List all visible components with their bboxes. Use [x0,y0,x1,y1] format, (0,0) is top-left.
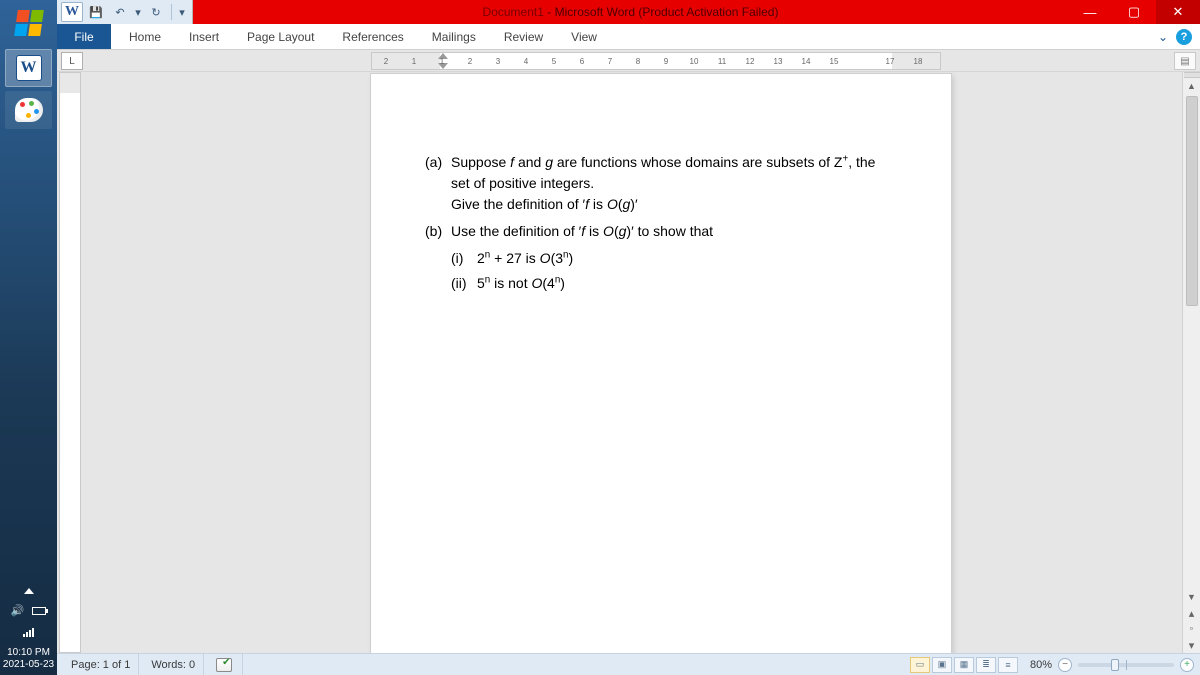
taskbar-clock[interactable]: 10:10 PM 2021-05-23 [3,647,54,671]
zoom-slider[interactable] [1078,663,1174,667]
window-title: Document1 - Microsoft Word (Product Acti… [193,5,1068,19]
zoom-in-button[interactable]: + [1180,658,1194,672]
zoom-percent[interactable]: 80% [1030,659,1052,671]
clock-time: 10:10 PM [3,647,54,659]
ruler-toggle-button[interactable]: ▤ [1174,52,1196,70]
tab-home[interactable]: Home [115,24,175,49]
quick-access-toolbar: W 💾 ↶ ▾ ↻ ▾ [57,0,193,24]
system-tray: 10:10 PM 2021-05-23 [3,588,54,675]
zoom-slider-knob[interactable] [1111,659,1119,671]
item-bi-label: (i) [451,248,477,269]
status-words[interactable]: Words: 0 [143,654,204,675]
view-draft-button[interactable]: ≡ [998,657,1018,673]
tab-insert[interactable]: Insert [175,24,233,49]
title-bar: W 💾 ↶ ▾ ↻ ▾ Document1 - Microsoft Word (… [57,0,1200,24]
taskbar-app-word[interactable]: W [5,49,52,87]
item-b-text: Use the definition of ′f is O(g)′ to sho… [451,221,887,242]
item-a-label: (a) [425,152,451,215]
vertical-ruler[interactable]: 2112345678910111213141516171819 [59,72,81,653]
scroll-down-button[interactable]: ▼ [1184,589,1200,605]
undo-dropdown-icon[interactable]: ▾ [133,2,143,22]
item-bi-text: 2n + 27 is O(3n) [477,248,573,269]
qat-customize-button[interactable]: ▾ [176,2,188,22]
app-menu-button[interactable]: W [61,2,83,22]
word-icon: W [16,55,42,81]
status-bar: Page: 1 of 1 Words: 0 ▭ ▣ ▦ ≣ ≡ 80% − + [57,653,1200,675]
start-button[interactable] [0,0,57,45]
workspace: 2112345678910111213141516171819 (a) Supp… [57,72,1200,653]
qat-separator [171,4,172,20]
document-area[interactable]: (a) Suppose f and g are functions whose … [83,72,1182,653]
window-controls: — ▢ ✕ [1068,0,1200,24]
ruler-strip: L 211234567891011121314151718 ▤ [57,50,1200,72]
tab-selector-button[interactable]: L [61,52,83,70]
status-page[interactable]: Page: 1 of 1 [63,654,139,675]
spellcheck-icon [216,658,234,672]
minimize-button[interactable]: — [1068,0,1112,24]
ribbon-collapse-icon[interactable]: ⌄ [1158,30,1168,44]
redo-button[interactable]: ↻ [145,2,167,22]
document-page[interactable]: (a) Suppose f and g are functions whose … [371,74,951,653]
tab-mailings[interactable]: Mailings [418,24,490,49]
scroll-track[interactable] [1184,94,1200,589]
item-b-label: (b) [425,221,451,242]
prev-page-button[interactable]: ▴ [1184,605,1200,621]
windows-logo-icon [14,10,44,36]
view-print-layout-button[interactable]: ▭ [910,657,930,673]
close-button[interactable]: ✕ [1156,0,1200,24]
title-app-name: Microsoft Word (Product Activation Faile… [555,5,779,19]
item-bii-text: 5n is not O(4n) [477,273,565,294]
maximize-button[interactable]: ▢ [1112,0,1156,24]
tab-review[interactable]: Review [490,24,557,49]
zoom-out-button[interactable]: − [1058,658,1072,672]
scroll-up-button[interactable]: ▲ [1184,78,1200,94]
select-browse-object-button[interactable]: ◦ [1184,621,1200,637]
view-buttons: ▭ ▣ ▦ ≣ ≡ [910,657,1018,673]
title-doc-name: Document1 [483,5,544,19]
tab-view[interactable]: View [557,24,611,49]
clock-date: 2021-05-23 [3,659,54,671]
zoom-controls: 80% − + [1030,658,1194,672]
file-tab[interactable]: File [57,24,111,49]
scroll-thumb[interactable] [1186,96,1198,306]
tray-overflow-icon[interactable] [24,588,34,594]
taskbar-app-paint[interactable] [5,91,52,129]
vertical-scrollbar[interactable]: ▲ ▼ ▴ ◦ ▾ [1182,72,1200,653]
undo-button[interactable]: ↶ [109,2,131,22]
windows-taskbar: W 10:10 PM 2021-05-23 [0,0,57,675]
network-signal-icon[interactable] [23,627,34,637]
title-sep: - [544,5,555,19]
horizontal-ruler[interactable]: 211234567891011121314151718 [371,52,941,70]
tab-references[interactable]: References [328,24,417,49]
view-fullscreen-button[interactable]: ▣ [932,657,952,673]
volume-icon[interactable] [11,604,25,617]
next-page-button[interactable]: ▾ [1184,637,1200,653]
view-web-button[interactable]: ▦ [954,657,974,673]
status-spellcheck[interactable] [208,654,243,675]
item-a-text: Suppose f and g are functions whose doma… [451,152,887,215]
save-button[interactable]: 💾 [85,2,107,22]
tab-page-layout[interactable]: Page Layout [233,24,328,49]
word-window: W 💾 ↶ ▾ ↻ ▾ Document1 - Microsoft Word (… [57,0,1200,675]
paint-icon [15,98,43,122]
battery-icon[interactable] [32,607,46,615]
view-outline-button[interactable]: ≣ [976,657,996,673]
item-bii-label: (ii) [451,273,477,294]
help-button[interactable]: ? [1176,29,1192,45]
ribbon-tabs: File Home Insert Page Layout References … [57,24,1200,50]
